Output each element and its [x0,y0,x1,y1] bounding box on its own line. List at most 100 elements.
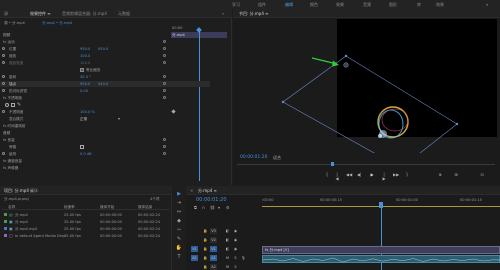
linked-selection-icon[interactable]: ⛓ [210,205,215,210]
opacity-header-row[interactable]: fx 不透明度 [0,95,210,101]
button-editor-button[interactable]: ⊡ [480,173,484,177]
tab-media-browser[interactable]: 媒体 [30,188,38,194]
list-item[interactable]: ▢ In default Agent Media Dmp 25.00 fps 0… [2,233,170,240]
add-marker-icon[interactable]: ▾ [218,205,220,210]
list-item[interactable]: ▣ 分.mp4 25.00 fps 00:00:00:00 00:00:02:2… [2,219,170,226]
transform-bounding-box[interactable] [282,55,458,153]
scale-stopwatch-icon[interactable] [2,54,5,57]
scale-reset-icon[interactable] [163,54,166,57]
col-name[interactable]: 名称 [8,205,15,210]
level-stopwatch-icon[interactable] [2,152,5,155]
list-item[interactable]: ▣ 分.mp4.mp4 25.00 fps 00:00:00:00 00:00:… [2,226,170,233]
eye-icon[interactable]: ◉ [232,246,239,252]
scale-value[interactable]: 100.0 [80,54,90,58]
tab-effect-controls[interactable]: 效果控件 ≡ [30,11,51,17]
opacity-reset-icon[interactable] [163,96,166,99]
solo-button[interactable]: S [232,264,239,270]
bypass-checkbox[interactable] [80,145,84,149]
track-label-a1[interactable]: A1 [210,255,217,261]
handle-top-icon[interactable] [344,54,348,58]
close-tab-icon[interactable]: × [190,188,193,193]
scale-width-stopwatch-icon[interactable] [2,61,5,64]
video-clip[interactable]: fx 分.mp4 [V] [262,246,500,254]
antiflicker-reset-icon[interactable] [163,89,166,92]
col-fps[interactable]: 帧速率 [64,205,75,210]
scale-width-value[interactable]: 100.0 [80,61,90,65]
mark-out-button[interactable]: } [405,173,409,177]
workspace-editing[interactable]: 编辑 [285,2,293,8]
workspace-color[interactable]: 颜色 [310,2,318,8]
blend-mode-select[interactable]: 正常 [80,117,87,122]
slip-tool-icon[interactable]: ⇿ [175,226,183,234]
selection-tool-icon[interactable]: ▶ [175,190,183,198]
sync-lock-icon[interactable]: ◧ [224,246,231,252]
blend-dropdown-icon[interactable]: ▾ [118,116,120,121]
level-reset-icon[interactable] [163,152,166,155]
program-timecode[interactable]: 00:00:01:20 [240,155,267,160]
motion-reset-icon[interactable] [163,40,166,43]
lock-icon[interactable]: 🔒 [202,255,209,261]
solo-button[interactable]: S [232,255,239,261]
step-forward-button[interactable]: ▶▶ [393,173,399,177]
position-stopwatch-icon[interactable] [2,47,5,50]
eye-icon[interactable]: ◉ [232,237,239,243]
uniform-scale-checkbox[interactable] [80,68,84,72]
export-frame-button[interactable]: ⊞ [454,173,458,177]
opacity-keyframe-icon[interactable] [171,109,176,114]
program-playhead-icon[interactable] [331,162,334,166]
panner-row[interactable]: fx 声像器 [0,165,210,171]
rotation-stopwatch-icon[interactable] [2,75,5,78]
channel-volume-row[interactable]: fx 通道音量 [0,158,210,164]
volume-reset-icon[interactable] [163,138,166,141]
workspace-graphics[interactable]: 图形 [389,2,397,8]
nest-icon[interactable]: ⧉ [194,205,197,210]
position-reset-icon[interactable] [163,47,166,50]
fit-dropdown[interactable]: 适合 [273,155,281,161]
pen-mask-icon[interactable]: ✎ [17,102,21,108]
type-tool-icon[interactable]: T [175,253,183,261]
anchor-y-value[interactable]: 540.0 [98,82,108,86]
opacity-value[interactable]: 100.0 % [80,110,95,114]
volume-header-row[interactable]: fx 音量 [0,137,210,143]
mute-button[interactable]: M [224,264,231,270]
source-patch-a1[interactable]: A1 [191,255,198,261]
workspace-audio[interactable]: 音频 [363,2,371,8]
track-label-a2[interactable]: A2 [210,264,217,270]
tab-metadata[interactable]: 元数据 [118,11,130,17]
sync-lock-icon[interactable]: ◧ [224,237,231,243]
track-label-v3[interactable]: V3 [210,228,217,234]
level-value[interactable]: 0.0 dB [80,152,92,156]
timeline-timecode[interactable]: 00:00:01:20 [196,197,227,203]
tab-sequence[interactable]: 分.mp4 ≡ [198,188,217,194]
rectangle-mask-icon[interactable] [11,103,15,107]
lock-icon[interactable]: 🔒 [202,246,209,252]
ellipse-mask-icon[interactable] [5,103,9,107]
tab-audio-clip-mixer[interactable]: 音频剪辑混合器: 分.mp4 [62,11,107,17]
mark-in-button[interactable]: { [325,173,329,177]
anchor-x-value[interactable]: 950.0 [80,82,90,86]
anchor-reset-icon[interactable] [163,82,166,85]
tab-source-dropdown-icon[interactable]: 源 [4,11,8,17]
razor-tool-icon[interactable]: ◆ [175,217,183,225]
rotation-value[interactable]: 35.0 ° [80,75,91,79]
panel-menu-icon[interactable]: » [222,11,224,16]
play-button[interactable]: ▶ [370,173,374,177]
more-workspaces-icon[interactable]: » [486,2,488,7]
antiflicker-value[interactable]: 0.00 [80,89,88,93]
pen-tool-icon[interactable]: ✎ [175,235,183,243]
hand-tool-icon[interactable]: ✋ [175,244,183,252]
workspace-effects[interactable]: 效果 [336,2,344,8]
position-y-value[interactable]: 950.0 [98,47,108,51]
ripple-edit-tool-icon[interactable]: ↔ [175,208,183,216]
track-label-v1[interactable]: V1 [210,246,217,252]
source-patch-v1[interactable]: V1 [191,246,198,252]
lock-icon[interactable]: 🔒 [202,264,209,270]
program-scrub-bar[interactable] [237,164,495,165]
track-label-v2[interactable]: V2 [210,237,217,243]
step-frame-forward-button[interactable]: |▶ [382,173,386,181]
opacity-stopwatch-icon[interactable] [2,110,5,113]
bypass-reset-icon[interactable] [163,145,166,148]
settings-wrench-icon[interactable]: ⚙ [226,205,230,210]
motion-row[interactable]: fx 运动 [0,39,210,45]
breadcrumb-source[interactable]: 源 • 分.mp4 [4,21,25,26]
